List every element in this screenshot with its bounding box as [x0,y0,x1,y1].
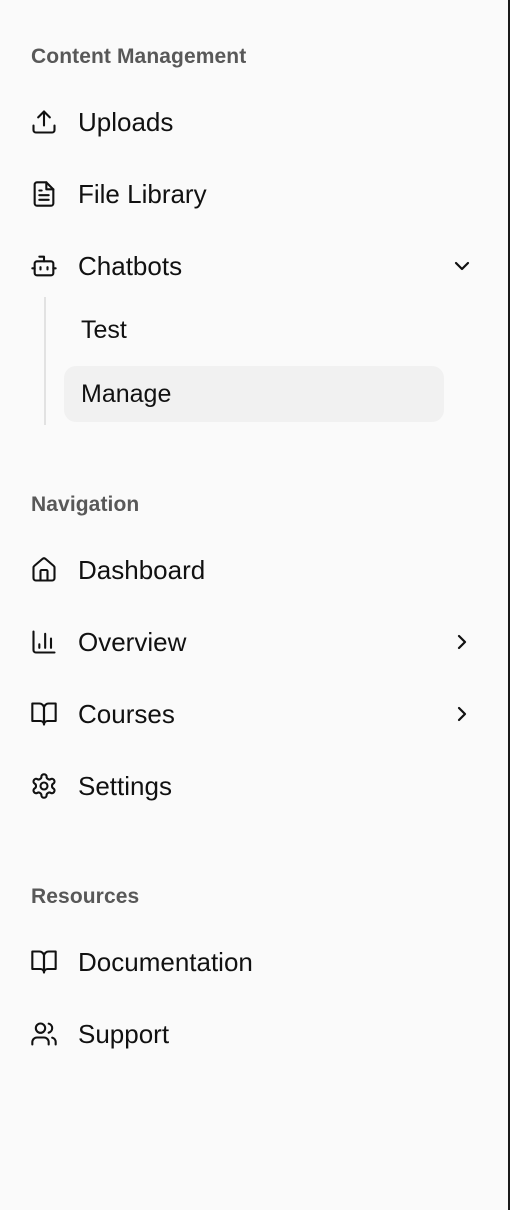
sidebar-item-courses[interactable]: Courses [20,686,480,742]
submenu-item-label: Manage [81,379,172,408]
sidebar-item-overview[interactable]: Overview [20,614,480,670]
section-title-navigation: Navigation [31,493,140,516]
sidebar-item-label: Courses [78,698,175,729]
section-title-content-management: Content Management [31,45,247,68]
chevron-down-icon[interactable] [450,254,474,278]
upload-icon [30,108,58,136]
sidebar-item-settings[interactable]: Settings [20,758,480,814]
submenu-item-manage[interactable]: Manage [64,366,444,422]
sidebar-item-documentation[interactable]: Documentation [20,934,480,990]
submenu-divider [44,297,46,425]
bar-chart-icon [30,628,58,656]
submenu-item-label: Test [81,315,127,344]
users-icon [30,1020,58,1048]
sidebar-item-label: Uploads [78,106,174,137]
sidebar-item-file-library[interactable]: File Library [20,166,480,222]
sidebar-item-label: Overview [78,626,187,657]
submenu-item-test[interactable]: Test [64,302,444,358]
sidebar-item-label: Documentation [78,946,253,977]
chevron-right-icon[interactable] [450,630,474,654]
file-text-icon [30,180,58,208]
book-open-icon [30,700,58,728]
sidebar-item-label: Settings [78,770,172,801]
book-open-icon [30,948,58,976]
chevron-right-icon[interactable] [450,702,474,726]
sidebar-item-label: Dashboard [78,554,206,585]
sidebar-item-chatbots[interactable]: Chatbots [20,238,480,294]
sidebar-item-label: Chatbots [78,250,183,281]
sidebar-item-support[interactable]: Support [20,1006,480,1062]
home-icon [30,556,58,584]
sidebar: Content Management Uploads File Library … [0,0,510,1210]
gear-icon [30,772,58,800]
sidebar-item-label: File Library [78,178,207,209]
sidebar-item-dashboard[interactable]: Dashboard [20,542,480,598]
sidebar-item-label: Support [78,1018,170,1049]
sidebar-item-uploads[interactable]: Uploads [20,94,480,150]
section-title-resources: Resources [31,885,140,908]
bot-icon [30,252,58,280]
